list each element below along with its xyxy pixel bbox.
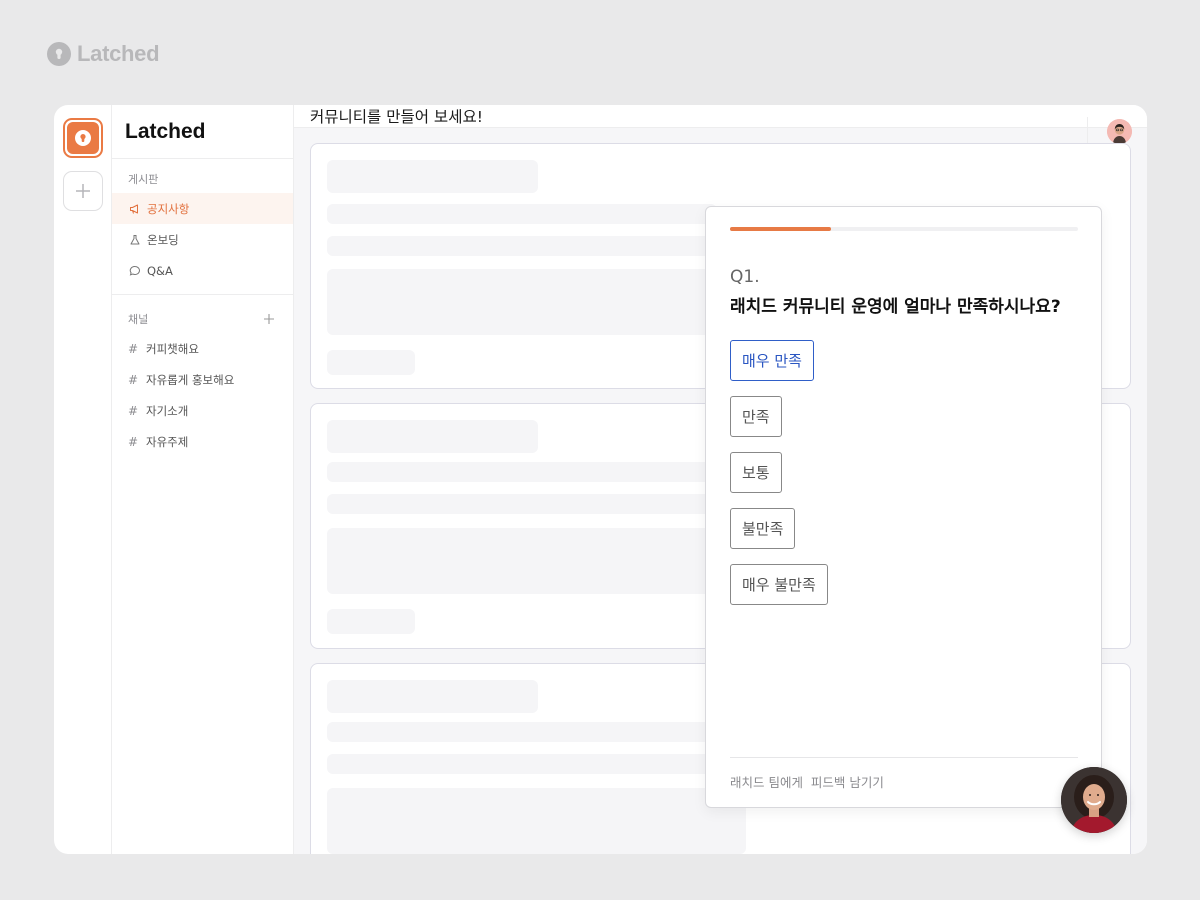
flask-icon [128,234,141,246]
channel-label: 자유주제 [146,434,189,449]
survey-popup: Q1. 래치드 커뮤니티 운영에 얼마나 만족하시나요? 매우 만족 만족 보통… [705,206,1102,808]
sidebar-item-label: 공지사항 [147,201,190,216]
question-number: Q1. [730,267,760,287]
skeleton-title [327,420,538,453]
board-section-text: 게시판 [128,173,159,186]
brand-name: Latched [77,41,160,66]
plus-icon [75,184,90,198]
hash-icon: # [128,434,139,449]
feedback-link[interactable]: 래치드 팀에게 피드백 남기기 [730,772,884,791]
sidebar-item-label: Q&A [147,263,173,278]
survey-footer-divider [730,757,1078,758]
survey-progress-fill [730,227,831,231]
topbar-divider [1087,117,1088,145]
sidebar-title: Latched [125,119,206,143]
channel-label: 커피챗해요 [146,341,199,356]
sidebar-channel-free-topic[interactable]: # 자유주제 [112,426,293,457]
community-rail [54,105,112,854]
community-switcher-button[interactable] [62,118,103,158]
sidebar-channel-coffee-chat[interactable]: # 커피챗해요 [112,333,293,364]
skeleton-chip [327,609,415,634]
skeleton-line [327,204,717,224]
channel-label: 자유롭게 홍보해요 [146,372,235,387]
channel-section-label: 채널 [112,299,293,333]
speech-bubble-icon [128,265,141,277]
sidebar-item-onboarding[interactable]: 온보딩 [112,224,293,255]
skeleton-title [327,160,538,193]
sidebar-channel-introduction[interactable]: # 자기소개 [112,395,293,426]
brand-header: Latched [47,41,160,67]
sidebar-header: Latched [112,105,293,159]
hash-icon: # [128,341,139,356]
sidebar-item-notice[interactable]: 공지사항 [112,193,293,224]
skeleton-block [327,788,746,854]
channel-section-text: 채널 [128,313,149,326]
sidebar-item-label: 온보딩 [147,232,179,247]
sidebar: Latched 게시판 공지사항 온보딩 Q&A 채널 # 커피챗해요 # 자유… [112,105,294,854]
skeleton-line [327,754,717,774]
skeleton-block [327,269,717,335]
question-text: 래치드 커뮤니티 운영에 얼마나 만족하시나요? [730,297,1061,317]
skeleton-title [327,680,538,713]
skeleton-line [327,722,717,742]
skeleton-chip [327,350,415,375]
page-title: 커뮤니티를 만들어 보세요! [310,108,483,126]
hash-icon: # [128,403,139,418]
option-dissatisfied[interactable]: 불만족 [730,508,796,549]
chat-support-avatar[interactable] [1061,767,1127,833]
keyhole-icon [47,42,71,66]
sidebar-divider [112,294,293,295]
add-community-button[interactable] [62,171,103,211]
keyhole-icon [66,122,99,154]
topbar: 커뮤니티를 만들어 보세요! [294,105,1147,145]
user-avatar[interactable] [1107,119,1132,144]
option-very-satisfied[interactable]: 매우 만족 [730,340,814,381]
hash-icon: # [128,372,139,387]
skeleton-line [327,462,717,482]
option-neutral[interactable]: 보통 [730,452,782,493]
option-very-dissatisfied[interactable]: 매우 불만족 [730,564,828,605]
plus-icon[interactable] [263,313,275,325]
channel-label: 자기소개 [146,403,189,418]
skeleton-line [327,494,717,514]
megaphone-icon [128,203,141,215]
board-section-label: 게시판 [112,159,293,193]
skeleton-block [327,528,717,594]
survey-progress-bar [730,227,1078,231]
skeleton-line [327,236,717,256]
sidebar-item-qna[interactable]: Q&A [112,255,293,286]
answer-options: 매우 만족 만족 보통 불만족 매우 불만족 [730,340,828,605]
option-satisfied[interactable]: 만족 [730,396,782,437]
sidebar-channel-promotion[interactable]: # 자유롭게 홍보해요 [112,364,293,395]
